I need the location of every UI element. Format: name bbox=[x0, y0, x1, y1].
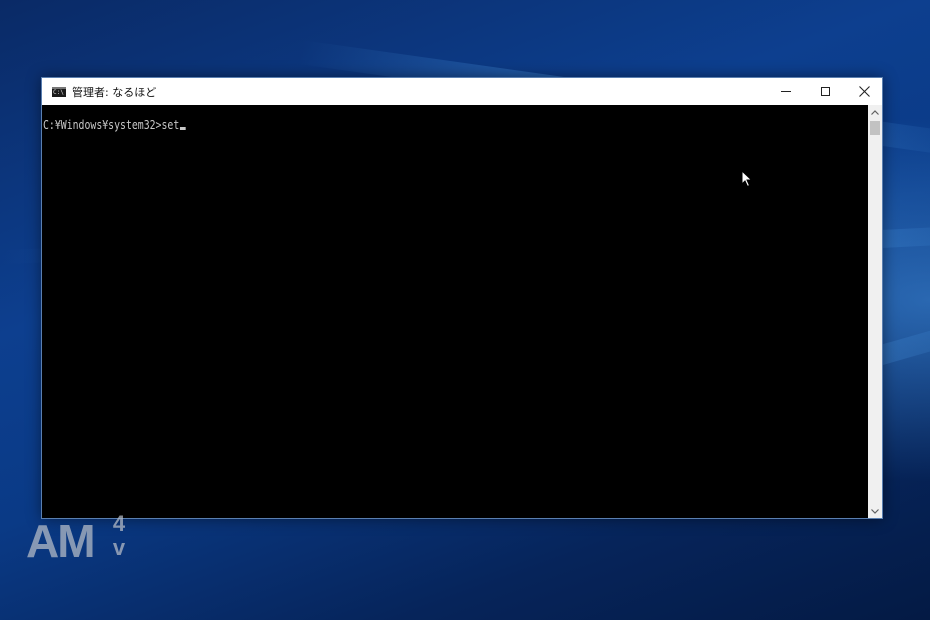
scrollbar-thumb[interactable] bbox=[870, 121, 880, 135]
close-button[interactable] bbox=[844, 78, 884, 105]
desktop-background: C:\ 管理者: なるほど C:¥Windows¥system32>set AM… bbox=[0, 0, 930, 620]
cmd-prompt-icon[interactable]: C:\ bbox=[52, 86, 66, 97]
watermark-main-text: AM bbox=[26, 515, 96, 567]
chevron-down-icon bbox=[871, 508, 879, 514]
mouse-pointer-icon bbox=[741, 170, 753, 188]
watermark-sub-text: v bbox=[112, 535, 126, 560]
close-icon bbox=[858, 86, 870, 97]
console-output-area[interactable]: C:¥Windows¥system32>set bbox=[42, 105, 868, 518]
scroll-up-button[interactable] bbox=[868, 105, 882, 119]
window-title: 管理者: なるほど bbox=[72, 85, 157, 99]
watermark-sup-text: 4 bbox=[112, 511, 126, 536]
watermark-superscript: 4 v bbox=[104, 512, 134, 560]
console-input-line: C:¥Windows¥system32>set bbox=[43, 118, 186, 132]
typed-command: set bbox=[161, 118, 180, 132]
minimize-icon bbox=[781, 91, 791, 92]
text-cursor bbox=[180, 127, 186, 130]
vertical-scrollbar[interactable] bbox=[868, 105, 882, 518]
cmd-prompt-icon-glyph: C:\ bbox=[53, 88, 64, 96]
command-prompt-window[interactable]: C:\ 管理者: なるほど C:¥Windows¥system32>set bbox=[41, 77, 883, 519]
maximize-button[interactable] bbox=[805, 78, 845, 105]
scroll-down-button[interactable] bbox=[868, 504, 882, 518]
command-prompt-path: C:¥Windows¥system32> bbox=[43, 118, 162, 132]
maximize-icon bbox=[820, 87, 830, 96]
chevron-up-icon bbox=[871, 109, 879, 115]
window-titlebar[interactable]: C:\ 管理者: なるほど bbox=[42, 78, 882, 105]
channel-logo-watermark: AM 4 v bbox=[26, 512, 136, 568]
minimize-button[interactable] bbox=[766, 78, 806, 105]
